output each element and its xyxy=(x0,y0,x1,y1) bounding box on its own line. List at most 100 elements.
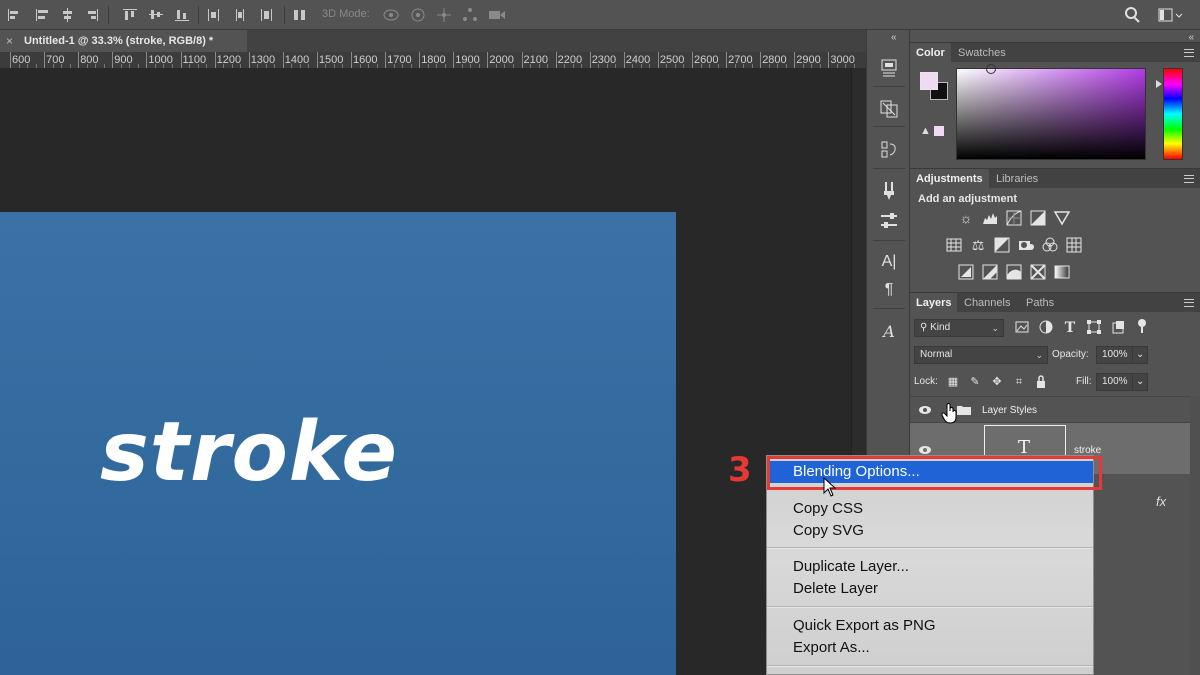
black-white-icon[interactable] xyxy=(994,237,1010,253)
visibility-eye-icon[interactable] xyxy=(918,405,932,415)
collapse-dock-icon[interactable]: « xyxy=(891,32,897,43)
menu-item-quick-export-png[interactable]: Quick Export as PNG xyxy=(793,616,936,636)
tab-paths[interactable]: Paths xyxy=(1020,293,1060,313)
lock-position-icon[interactable]: ✥ xyxy=(990,373,1004,391)
tab-libraries[interactable]: Libraries xyxy=(990,169,1044,189)
tab-adjustments[interactable]: Adjustments xyxy=(910,169,989,189)
tab-swatches[interactable]: Swatches xyxy=(952,43,1012,63)
lock-all-icon[interactable] xyxy=(1034,373,1048,391)
clone-source-icon[interactable] xyxy=(879,99,899,119)
panel-menu-icon[interactable] xyxy=(1184,299,1194,307)
levels-icon[interactable] xyxy=(982,210,998,226)
workspace-switcher-icon[interactable] xyxy=(1158,7,1184,23)
tab-layers[interactable]: Layers xyxy=(910,293,958,313)
tab-channels[interactable]: Channels xyxy=(958,293,1016,313)
filter-type-icon[interactable]: T xyxy=(1062,320,1078,336)
filter-pixel-icon[interactable] xyxy=(1014,320,1030,336)
invert-icon[interactable] xyxy=(958,264,974,280)
actions-panel-icon[interactable] xyxy=(879,140,899,160)
ruler-minor-tick xyxy=(717,64,719,68)
visibility-eye-icon[interactable] xyxy=(918,445,932,455)
fill-dropdown[interactable]: ⌄ xyxy=(1132,373,1148,391)
align-center-icon[interactable] xyxy=(34,7,50,23)
vibrance-icon[interactable] xyxy=(1053,210,1071,226)
curves-icon[interactable] xyxy=(1006,210,1022,226)
color-lookup-icon[interactable] xyxy=(1066,237,1082,253)
posterize-icon[interactable] xyxy=(982,264,998,280)
align-bottom-icon[interactable] xyxy=(174,7,190,23)
filter-adjustment-icon[interactable] xyxy=(1038,320,1054,336)
lock-transparent-icon[interactable]: ▦ xyxy=(946,373,960,391)
exposure-icon[interactable] xyxy=(1030,210,1046,226)
distribute-left-icon[interactable] xyxy=(206,7,222,23)
panel-menu-icon[interactable] xyxy=(1184,175,1194,183)
threshold-icon[interactable] xyxy=(1006,264,1022,280)
gradient-map-icon[interactable] xyxy=(1054,264,1070,280)
menu-item-copy-svg[interactable]: Copy SVG xyxy=(793,521,864,541)
close-tab-icon[interactable]: × xyxy=(6,30,13,52)
brush-settings-icon[interactable] xyxy=(879,181,899,201)
horizontal-ruler[interactable]: 600 700 800 900 1000 1100 1200 1300 1400 1500 1600… xyxy=(0,52,866,69)
3d-camera-icon[interactable] xyxy=(488,7,505,23)
fill-input[interactable]: 100% xyxy=(1096,373,1132,391)
menu-item-delete-layer[interactable]: Delete Layer xyxy=(793,579,878,599)
lock-artboard-icon[interactable]: ⌗ xyxy=(1012,373,1026,391)
filter-smart-object-icon[interactable] xyxy=(1110,320,1126,336)
distribute-center-icon[interactable] xyxy=(232,7,248,23)
opacity-dropdown[interactable]: ⌄ xyxy=(1132,346,1148,364)
ruler-minor-tick xyxy=(291,64,293,68)
tab-color[interactable]: Color xyxy=(910,43,951,63)
ruler-tick xyxy=(351,52,352,68)
canvas-text-layer[interactable]: stroke xyxy=(100,408,398,498)
history-panel-icon[interactable] xyxy=(879,58,899,78)
hue-slider-arrow[interactable] xyxy=(1156,80,1162,88)
hue-slider[interactable] xyxy=(1163,68,1183,160)
ruler-minor-tick xyxy=(709,64,711,68)
align-left-icon[interactable] xyxy=(6,7,22,23)
filter-kind-select[interactable]: ⚲ Kind ⌄ xyxy=(914,319,1004,337)
auto-align-icon[interactable] xyxy=(292,7,308,23)
align-hcenter-icon[interactable] xyxy=(60,7,76,23)
color-picker-cursor[interactable] xyxy=(986,64,996,74)
ruler-minor-tick xyxy=(163,64,165,68)
gamut-warning-icon[interactable]: ▲ xyxy=(920,125,931,137)
channel-mixer-icon[interactable] xyxy=(1042,237,1058,253)
search-icon[interactable] xyxy=(1124,7,1140,23)
character-panel-icon[interactable]: A| xyxy=(879,252,899,272)
photo-filter-icon[interactable] xyxy=(1018,237,1034,253)
ruler-tick xyxy=(760,52,762,68)
glyphs-panel-icon[interactable]: A xyxy=(879,322,899,342)
brightness-contrast-icon[interactable]: ☼ xyxy=(958,210,974,226)
ruler-minor-tick xyxy=(581,64,583,68)
filter-shape-icon[interactable] xyxy=(1086,320,1102,336)
panel-menu-icon[interactable] xyxy=(1184,49,1194,57)
lock-image-icon[interactable]: ✎ xyxy=(968,373,982,391)
document-tab[interactable]: × Untitled-1 @ 33.3% (stroke, RGB/8) * xyxy=(0,30,247,52)
align-vcenter-icon[interactable] xyxy=(148,7,164,23)
distribute-right-icon[interactable] xyxy=(258,7,274,23)
properties-panel-icon[interactable] xyxy=(879,211,899,231)
ruler-tick xyxy=(555,52,557,68)
color-balance-icon[interactable]: ⚖ xyxy=(970,237,986,253)
menu-item-duplicate-layer[interactable]: Duplicate Layer... xyxy=(793,557,909,577)
opacity-input[interactable]: 100% xyxy=(1096,346,1132,364)
hue-saturation-icon[interactable] xyxy=(946,237,962,253)
3d-slide-icon[interactable] xyxy=(462,7,478,23)
3d-orbit-icon[interactable] xyxy=(382,7,399,23)
web-safe-swatch[interactable] xyxy=(934,126,944,136)
layer-effects-icon[interactable]: fx xyxy=(1156,494,1166,509)
align-right-icon[interactable] xyxy=(84,7,100,23)
paragraph-panel-icon[interactable]: ¶ xyxy=(879,280,899,300)
menu-item-copy-css[interactable]: Copy CSS xyxy=(793,499,863,519)
selective-color-icon[interactable] xyxy=(1030,264,1046,280)
foreground-color-swatch[interactable] xyxy=(920,72,938,90)
filter-toggle-icon[interactable] xyxy=(1134,318,1150,334)
align-top-icon[interactable] xyxy=(122,7,138,23)
3d-roll-icon[interactable] xyxy=(410,7,426,23)
ruler-minor-tick xyxy=(504,64,506,68)
layers-scrollbar[interactable] xyxy=(1190,396,1200,675)
color-picker-field[interactable] xyxy=(956,64,1146,160)
menu-item-export-as[interactable]: Export As... xyxy=(793,638,870,658)
3d-pan-icon[interactable] xyxy=(436,7,452,23)
blend-mode-select[interactable]: Normal ⌄ xyxy=(914,346,1048,364)
